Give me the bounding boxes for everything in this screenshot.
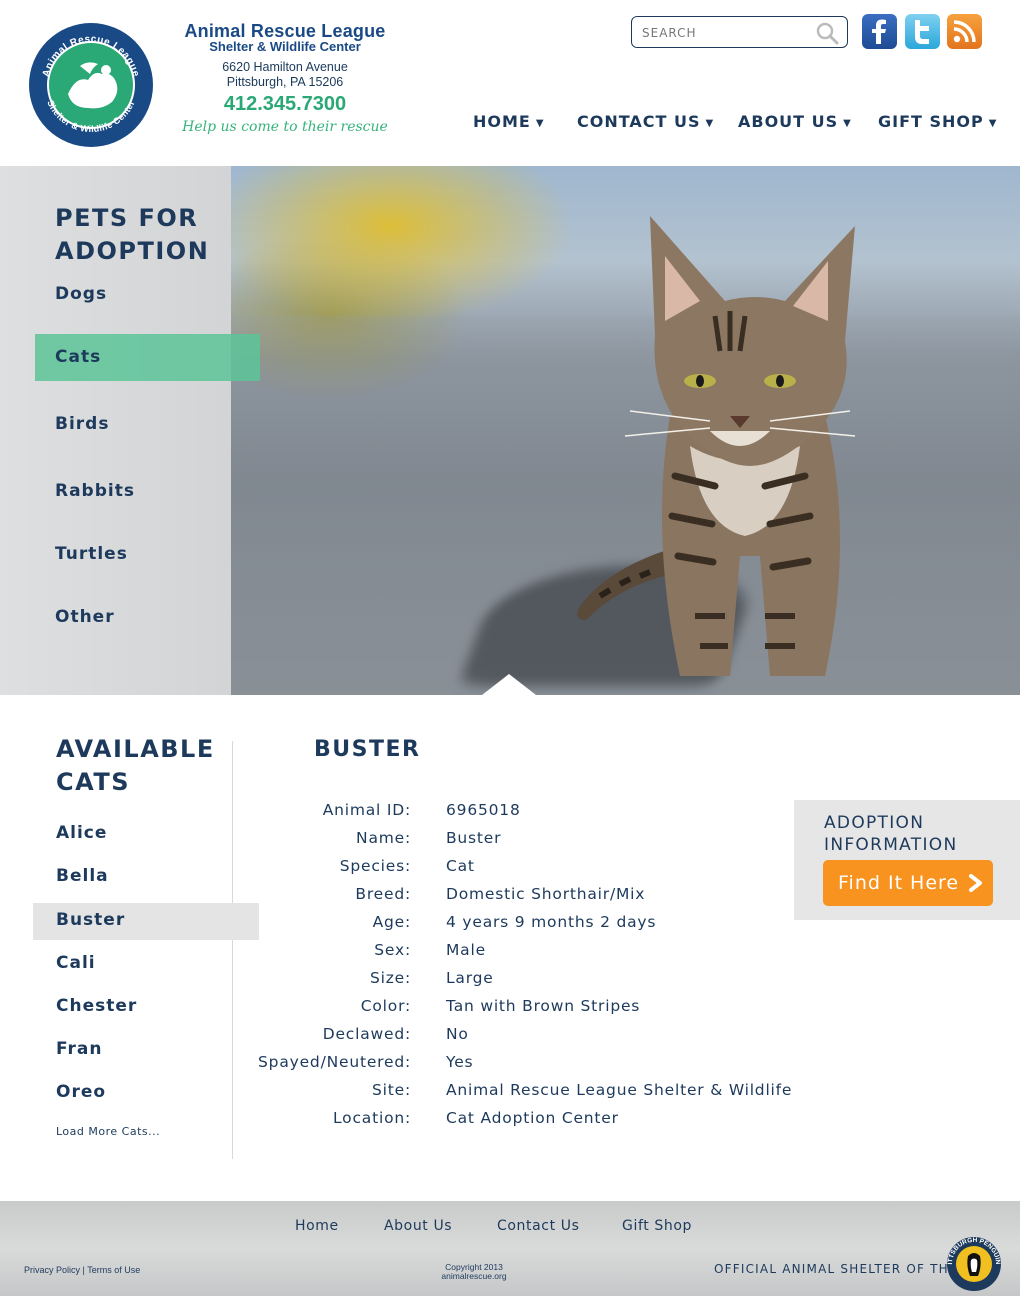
- arl-logo[interactable]: Animal Rescue League Shelter & Wildlife …: [28, 22, 154, 148]
- nav-about-label: ABOUT US: [738, 112, 839, 131]
- cat-list-item[interactable]: Cali: [56, 953, 96, 973]
- site-footer: Home About Us Contact Us Gift Shop Priva…: [0, 1201, 1020, 1296]
- cat-list-item[interactable]: Chester: [56, 996, 137, 1016]
- search-icon[interactable]: [815, 21, 839, 45]
- category-turtles[interactable]: Turtles: [55, 544, 128, 564]
- detail-label: Declawed:: [322, 1025, 411, 1043]
- cat-list-item[interactable]: Alice: [56, 823, 107, 843]
- tabby-cat-illustration: [577, 216, 856, 676]
- address-line2: Pittsburgh, PA 15206: [226, 75, 344, 89]
- detail-label: Breed:: [355, 885, 411, 903]
- nav-contact-label: CONTACT US: [577, 112, 701, 131]
- footer-link-home[interactable]: Home: [295, 1218, 339, 1234]
- detail-label: Animal ID:: [322, 801, 411, 819]
- detail-label: Size:: [369, 969, 411, 987]
- detail-value: 4 years 9 months 2 days: [446, 913, 657, 931]
- detail-label: Age:: [372, 913, 411, 931]
- detail-value: Male: [446, 941, 486, 959]
- nav-gift-label: GIFT SHOP: [878, 112, 984, 131]
- column-divider: [232, 741, 233, 1159]
- address-line1: 6620 Hamilton Avenue: [222, 60, 348, 74]
- detail-value: Cat: [446, 857, 475, 875]
- detail-label: Species:: [339, 857, 411, 875]
- twitter-icon[interactable]: [905, 14, 940, 49]
- cat-list-item[interactable]: Bella: [56, 866, 109, 886]
- facebook-icon[interactable]: [862, 14, 897, 49]
- category-other[interactable]: Other: [55, 607, 115, 627]
- load-more-link[interactable]: Load More Cats...: [56, 1125, 160, 1138]
- detail-value: Cat Adoption Center: [446, 1109, 619, 1127]
- nav-home-label: HOME: [473, 112, 531, 131]
- detail-value: Large: [446, 969, 494, 987]
- detail-label: Name:: [356, 829, 411, 847]
- site-header: Animal Rescue League Shelter & Wildlife …: [0, 0, 1020, 166]
- org-info: Animal Rescue League Shelter & Wildlife …: [180, 22, 390, 136]
- footer-link-contact-us[interactable]: Contact Us: [497, 1218, 579, 1234]
- available-cats-title: AVAILABLE CATS: [56, 735, 215, 796]
- tagline: Help us come to their rescue: [182, 119, 388, 135]
- footer-link-gift-shop[interactable]: Gift Shop: [622, 1218, 692, 1234]
- copyright-line2: animalrescue.org: [441, 1271, 507, 1281]
- cat-list-item[interactable]: Buster: [56, 910, 125, 930]
- category-cats[interactable]: Cats: [55, 347, 101, 367]
- detail-value: Animal Rescue League Shelter & Wildlife: [446, 1081, 793, 1099]
- chevron-down-icon: ▼: [705, 118, 715, 129]
- adoption-info-box: ADOPTION INFORMATION Find It Here: [794, 800, 1020, 920]
- detail-value: Buster: [446, 829, 502, 847]
- pittsburgh-penguins-logo[interactable]: PITTSBURGH PENGUINS: [946, 1236, 1002, 1292]
- category-birds[interactable]: Birds: [55, 414, 109, 434]
- category-dogs[interactable]: Dogs: [55, 284, 107, 304]
- detail-value: No: [446, 1025, 469, 1043]
- nav-home[interactable]: HOME ▼: [473, 112, 545, 132]
- detail-value: 6965018: [446, 801, 521, 819]
- detail-label: Sex:: [374, 941, 411, 959]
- chevron-down-icon: ▼: [535, 118, 545, 129]
- pet-name-heading: BUSTER: [314, 737, 421, 762]
- detail-label: Spayed/Neutered:: [258, 1053, 411, 1071]
- hero-pointer: [482, 674, 536, 695]
- cat-list-item[interactable]: Fran: [56, 1039, 102, 1059]
- detail-label: Site:: [372, 1081, 411, 1099]
- search-box: [631, 16, 848, 48]
- chevron-right-icon: [969, 874, 982, 892]
- nav-contact-us[interactable]: CONTACT US ▼: [577, 112, 714, 132]
- hero-banner: PETS FOR ADOPTION Dogs Cats Birds Rabbit…: [0, 166, 1020, 695]
- chevron-down-icon: ▼: [843, 118, 852, 129]
- find-it-here-label: Find It Here: [838, 872, 960, 894]
- nav-gift-shop[interactable]: GIFT SHOP ▼: [878, 112, 997, 132]
- footer-link-about-us[interactable]: About Us: [384, 1218, 452, 1234]
- org-subtitle: Shelter & Wildlife Center: [209, 39, 361, 54]
- find-it-here-button[interactable]: Find It Here: [823, 860, 993, 906]
- rss-icon[interactable]: [947, 14, 982, 49]
- copyright: Copyright 2013 animalrescue.org: [414, 1263, 534, 1281]
- nav-about-us[interactable]: ABOUT US ▼: [738, 112, 852, 132]
- cat-list-item[interactable]: Oreo: [56, 1082, 106, 1102]
- detail-value: Tan with Brown Stripes: [446, 997, 641, 1015]
- detail-label: Location:: [333, 1109, 411, 1127]
- adoption-info-title: ADOPTION INFORMATION: [824, 813, 958, 855]
- category-rabbits[interactable]: Rabbits: [55, 481, 135, 501]
- privacy-policy-link[interactable]: Privacy Policy: [24, 1265, 80, 1275]
- detail-value: Yes: [446, 1053, 474, 1071]
- org-name: Animal Rescue League: [184, 21, 386, 41]
- search-input[interactable]: [642, 23, 812, 43]
- pets-for-adoption-title: PETS FOR ADOPTION: [55, 204, 210, 265]
- legal-links: Privacy Policy | Terms of Use: [24, 1265, 141, 1275]
- detail-label: Color:: [360, 997, 411, 1015]
- main-content: AVAILABLE CATS Alice Bella Buster Cali C…: [0, 695, 1020, 1201]
- chevron-down-icon: ▼: [988, 118, 998, 129]
- terms-of-use-link[interactable]: Terms of Use: [87, 1265, 140, 1275]
- phone-number[interactable]: 412.345.7300: [180, 92, 390, 116]
- detail-value: Domestic Shorthair/Mix: [446, 885, 646, 903]
- official-shelter-text: OFFICIAL ANIMAL SHELTER OF THE: [714, 1262, 958, 1276]
